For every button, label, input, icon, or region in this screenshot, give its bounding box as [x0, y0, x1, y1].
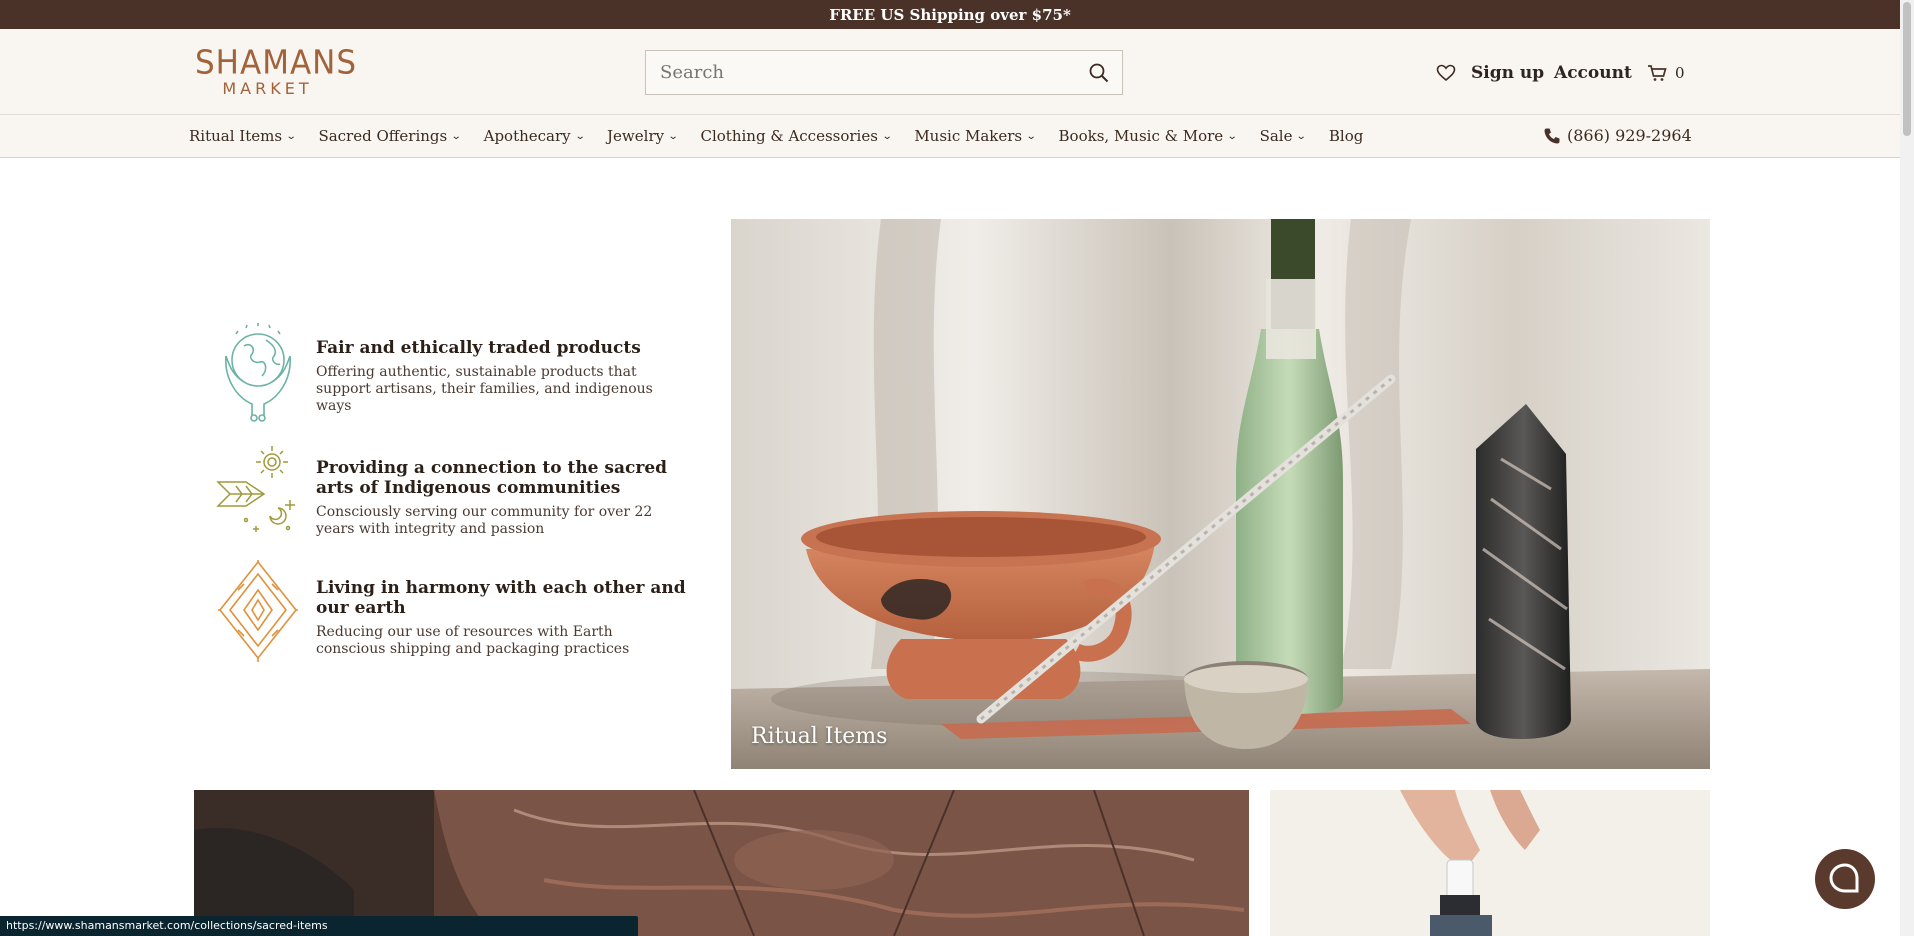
nav-item-ritual-items[interactable]: Ritual Items ⌄ [189, 127, 297, 145]
logo-line-1: SHAMANS [195, 44, 358, 82]
value-prop-text: Offering authentic, sustainable products… [316, 364, 653, 414]
search-input[interactable] [646, 62, 1066, 83]
value-prop: Providing a connection to the sacred art… [216, 440, 686, 560]
chevron-down-icon: ⌄ [881, 130, 893, 142]
value-prop: Fair and ethically traded products Offer… [216, 320, 686, 440]
chevron-down-icon: ⌄ [450, 130, 462, 142]
nav-item-jewelry[interactable]: Jewelry ⌄ [607, 127, 679, 145]
value-prop: Living in harmony with each other and ou… [216, 560, 686, 680]
nav-label: Music Makers [914, 127, 1023, 145]
ritual-items-banner[interactable]: Ritual Items [731, 219, 1710, 769]
chat-widget-button[interactable] [1815, 849, 1875, 909]
account-link[interactable]: Account [1554, 60, 1632, 86]
nav-label: Clothing & Accessories [700, 127, 878, 145]
chevron-down-icon: ⌄ [1296, 130, 1308, 142]
value-prop-title: Fair and ethically traded products [316, 338, 641, 358]
nav-label: Books, Music & More [1058, 127, 1224, 145]
nav-item-clothing-accessories[interactable]: Clothing & Accessories ⌄ [700, 127, 893, 145]
main-navigation: Ritual Items ⌄ Sacred Offerings ⌄ Apotheca… [0, 115, 1900, 158]
dropper-bottle-photo [1270, 790, 1710, 936]
banner-caption: Ritual Items [751, 724, 888, 749]
value-prop-text: Reducing our use of resources with Earth… [316, 624, 630, 657]
cart-icon [1648, 65, 1667, 81]
nav-item-sacred-offerings[interactable]: Sacred Offerings ⌄ [318, 127, 462, 145]
collection-tile-stones[interactable] [194, 790, 1249, 936]
nav-label: Ritual Items [189, 127, 283, 145]
shamans-market-logo[interactable]: SHAMANS MARKET [195, 44, 358, 100]
cart-count: 0 [1675, 64, 1685, 82]
announcement-bar: FREE US Shipping over $75* [0, 0, 1900, 29]
nav-item-music-makers[interactable]: Music Makers ⌄ [914, 127, 1037, 145]
cart-link[interactable]: 0 [1647, 60, 1685, 86]
phone-link[interactable]: (866) 929-2964 [1543, 126, 1692, 145]
status-bar-url: https://www.shamansmarket.com/collection… [0, 916, 638, 936]
nav-item-apothecary[interactable]: Apothecary ⌄ [483, 127, 586, 145]
chevron-down-icon: ⌄ [285, 130, 297, 142]
phone-icon [1544, 128, 1560, 143]
nav-item-sale[interactable]: Sale ⌄ [1259, 127, 1308, 145]
chevron-down-icon: ⌄ [1226, 130, 1238, 142]
diamond-pattern-icon [218, 560, 298, 662]
nav-item-books-music-more[interactable]: Books, Music & More ⌄ [1058, 127, 1238, 145]
value-prop-title: Providing a connection to the sacred art… [316, 458, 668, 498]
wishlist-link[interactable] [1436, 60, 1458, 86]
nav-label: Jewelry [607, 127, 665, 145]
announcement-text: FREE US Shipping over $75* [829, 5, 1071, 24]
value-prop-title: Living in harmony with each other and ou… [316, 578, 686, 618]
chevron-down-icon: ⌄ [667, 130, 679, 142]
heart-icon [1436, 64, 1456, 82]
nav-label: Apothecary [483, 127, 571, 145]
chevron-down-icon: ⌄ [1025, 130, 1037, 142]
sun-moon-arrow-icon [216, 446, 295, 532]
nav-label: Blog [1328, 127, 1364, 145]
chevron-down-icon: ⌄ [574, 130, 586, 142]
chat-bubble-icon [1829, 863, 1859, 893]
collection-tile-apothecary[interactable] [1270, 790, 1710, 936]
logo-line-2: MARKET [222, 79, 313, 98]
nav-label: Sale [1259, 127, 1293, 145]
ritual-items-photo [731, 219, 1710, 769]
page-scrollbar[interactable] [1900, 0, 1914, 936]
sign-up-link[interactable]: Sign up [1471, 60, 1544, 86]
search-icon[interactable] [1088, 62, 1110, 84]
value-prop-text: Consciously serving our community for ov… [316, 504, 653, 537]
value-propositions: Fair and ethically traded products Offer… [216, 320, 686, 680]
earth-in-hands-icon [225, 323, 291, 422]
petrified-wood-photo [194, 790, 1249, 936]
site-header: SHAMANS MARKET Sign up Account 0 [0, 29, 1900, 115]
phone-number: (866) 929-2964 [1567, 126, 1692, 145]
nav-label: Sacred Offerings [318, 127, 448, 145]
nav-item-blog[interactable]: Blog [1329, 127, 1363, 145]
search-box [645, 50, 1123, 95]
scrollbar-thumb[interactable] [1903, 2, 1911, 136]
